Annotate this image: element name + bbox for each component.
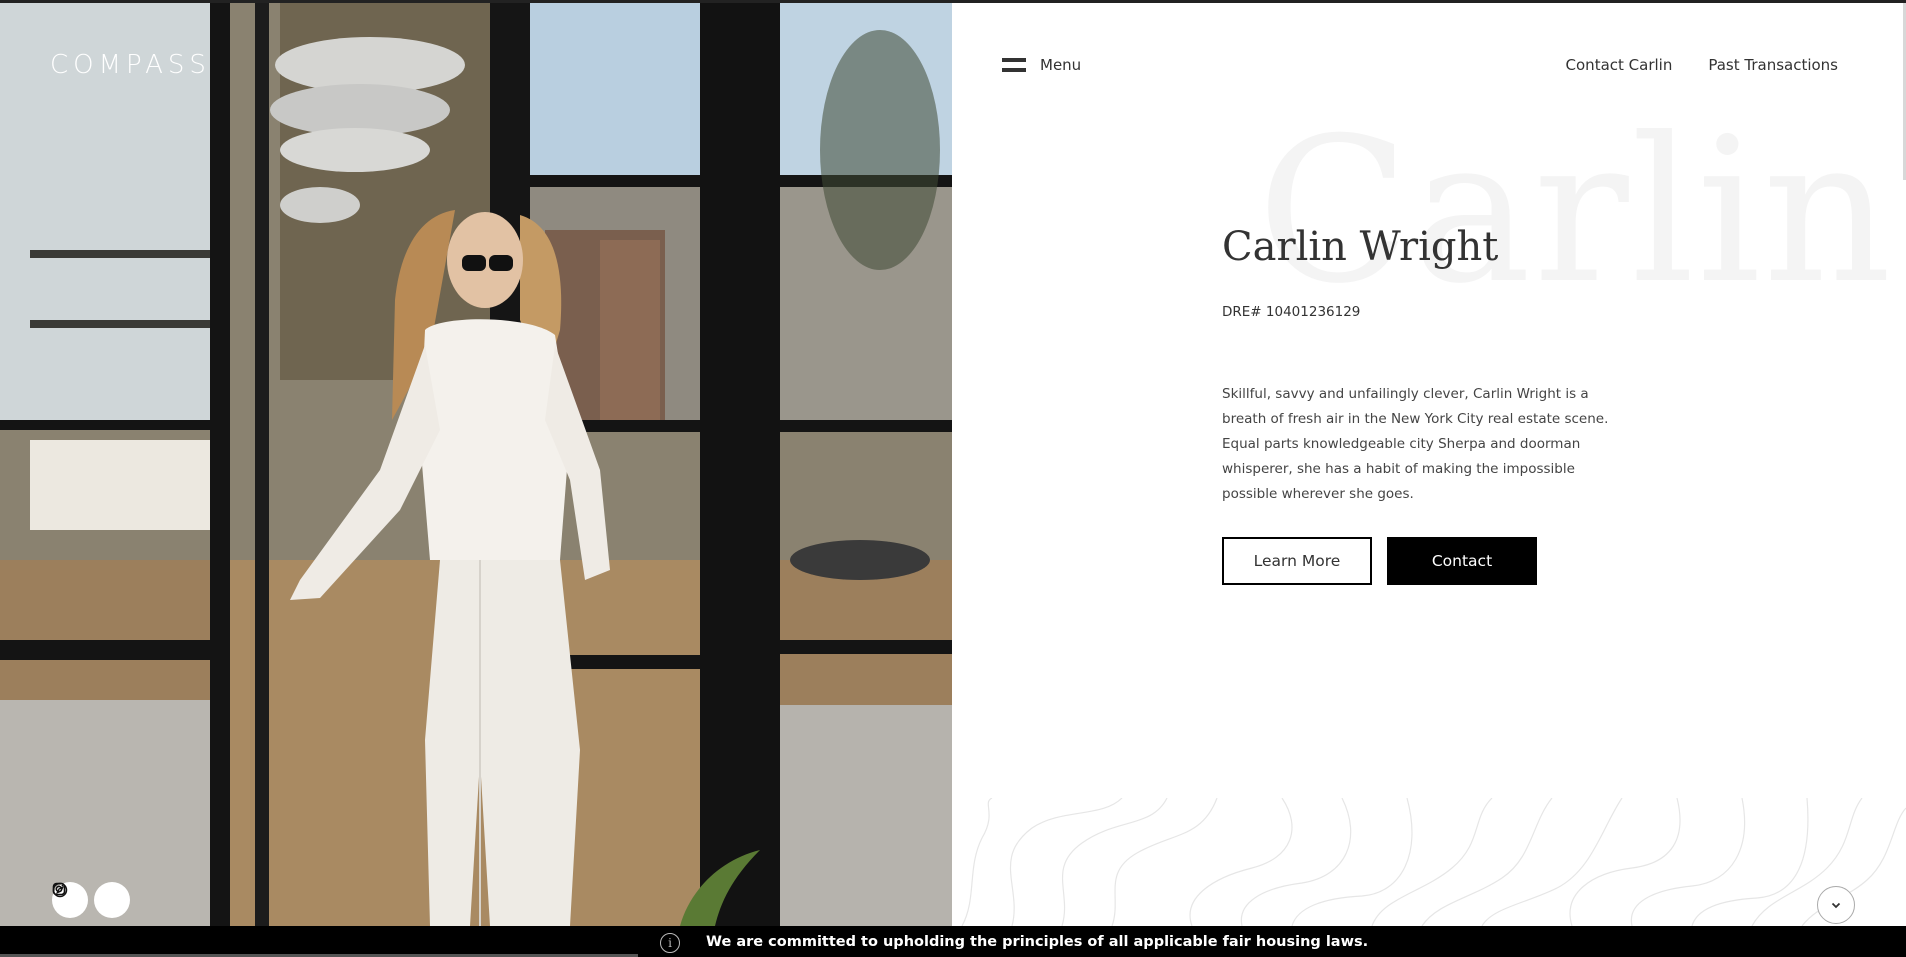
learn-more-button[interactable]: Learn More <box>1222 537 1372 585</box>
background-name-watermark: Carlin <box>1257 95 1894 328</box>
agent-name: Carlin Wright <box>1222 224 1499 270</box>
agent-portrait-image <box>0 0 952 926</box>
menu-button[interactable]: Menu <box>1002 56 1081 74</box>
chevron-down-icon <box>1831 902 1841 909</box>
agent-info-panel: Menu Contact Carlin Past Transactions Ca… <box>952 0 1906 926</box>
contact-button[interactable]: Contact <box>1387 537 1537 585</box>
top-navigation: Contact Carlin Past Transactions <box>1566 56 1838 74</box>
menu-label: Menu <box>1040 56 1082 74</box>
agent-bio: Skillful, savvy and unfailingly clever, … <box>1222 386 1609 502</box>
compass-profile-button[interactable] <box>52 882 130 918</box>
top-border <box>0 0 1906 3</box>
hamburger-icon <box>1002 58 1026 72</box>
fair-housing-banner: i We are committed to upholding the prin… <box>0 926 1906 957</box>
compass-logo[interactable]: COMPASS <box>50 50 211 80</box>
agent-profile-page: COMPASS Menu Contact Carlin Past Transac… <box>0 0 1906 957</box>
social-links <box>52 882 130 918</box>
nav-contact-carlin[interactable]: Contact Carlin <box>1566 56 1673 74</box>
topographic-pattern <box>961 798 1906 926</box>
scroll-down-button[interactable] <box>1817 886 1855 924</box>
hero-photo: COMPASS <box>0 0 952 926</box>
nav-past-transactions[interactable]: Past Transactions <box>1708 56 1838 74</box>
license-number: DRE# 10401236129 <box>1222 304 1361 320</box>
action-buttons: Learn More Contact <box>1222 537 1537 585</box>
compass-icon <box>52 882 68 898</box>
fair-housing-notice: We are committed to upholding the princi… <box>706 934 1369 950</box>
info-icon[interactable]: i <box>660 933 680 953</box>
